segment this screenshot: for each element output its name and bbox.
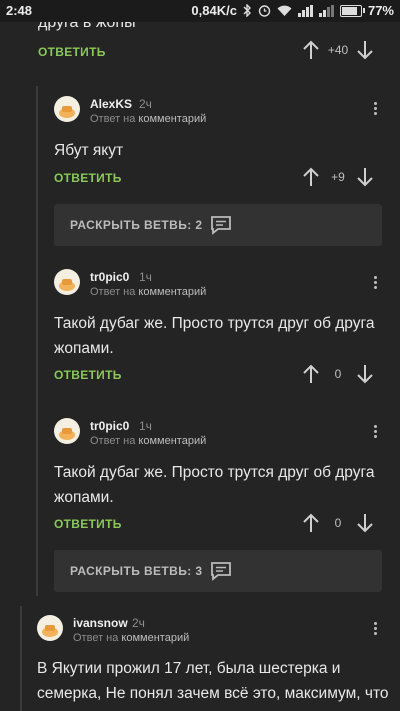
arrow-down-icon[interactable] <box>356 40 374 60</box>
wifi-icon <box>277 5 292 16</box>
username[interactable]: AlexKS <box>90 97 132 111</box>
parent-comment-link[interactable]: комментарий <box>138 113 206 125</box>
score: 0 <box>334 367 342 381</box>
signal-icon <box>297 4 313 17</box>
comment-time: 2ч <box>139 97 152 111</box>
avatar[interactable] <box>54 96 80 122</box>
avatar[interactable] <box>54 269 80 295</box>
vote-controls: +9 <box>302 167 374 187</box>
comment-time: 1ч <box>139 419 152 433</box>
arrow-up-icon[interactable] <box>302 167 320 187</box>
expand-thread-label: РАСКРЫТЬ ВЕТВЬ: 2 <box>70 218 203 232</box>
arrow-up-icon[interactable] <box>302 40 320 60</box>
expand-thread-button[interactable]: РАСКРЫТЬ ВЕТВЬ: 2 <box>54 204 382 246</box>
avatar[interactable] <box>54 418 80 444</box>
bluetooth-icon <box>243 4 251 17</box>
parent-comment-link[interactable]: комментарий <box>121 632 189 644</box>
chat-bubble-icon <box>211 562 232 581</box>
thread-line <box>20 606 22 711</box>
arrow-down-icon[interactable] <box>356 364 374 384</box>
arrow-down-icon[interactable] <box>356 513 374 533</box>
comment-text: Ябут якут <box>54 142 124 159</box>
comment-text: Такой дубаг же. Просто трутся друг об др… <box>54 315 375 357</box>
comment-time: 1ч <box>139 270 152 284</box>
reply-button[interactable]: ОТВЕТИТЬ <box>54 171 122 185</box>
username[interactable]: tr0pic0 <box>90 270 129 284</box>
reply-meta: Ответ на комментарий <box>73 632 190 644</box>
alarm-icon <box>258 5 271 17</box>
vote-controls: 0 <box>302 364 374 384</box>
expand-thread-label: РАСКРЫТЬ ВЕТВЬ: 3 <box>70 564 203 578</box>
chat-bubble-icon <box>211 216 232 235</box>
kebab-menu-icon[interactable] <box>372 100 378 117</box>
arrow-up-icon[interactable] <box>302 513 320 533</box>
reply-button[interactable]: ОТВЕТИТЬ <box>38 45 106 59</box>
arrow-up-icon[interactable] <box>302 364 320 384</box>
reply-meta: Ответ на комментарий <box>90 435 207 447</box>
signal-2-icon <box>318 4 334 17</box>
kebab-menu-icon[interactable] <box>372 620 378 637</box>
reply-meta: Ответ на комментарий <box>90 286 207 298</box>
vote-controls: +40 <box>302 40 374 60</box>
kebab-menu-icon[interactable] <box>372 423 378 440</box>
score: +9 <box>331 170 345 184</box>
score: 0 <box>334 516 342 530</box>
battery-icon <box>339 4 365 17</box>
reply-button[interactable]: ОТВЕТИТЬ <box>54 368 122 382</box>
username[interactable]: tr0pic0 <box>90 419 129 433</box>
vote-controls: 0 <box>302 513 374 533</box>
username[interactable]: ivansnow <box>73 616 128 630</box>
parent-comment-link[interactable]: комментарий <box>138 435 206 447</box>
parent-comment-link[interactable]: комментарий <box>138 286 206 298</box>
avatar[interactable] <box>37 615 63 641</box>
reply-meta: Ответ на комментарий <box>90 113 207 125</box>
score: +40 <box>327 43 349 57</box>
expand-thread-button[interactable]: РАСКРЫТЬ ВЕТВЬ: 3 <box>54 550 382 592</box>
comment-text: Такой дубаг же. Просто трутся друг об др… <box>54 464 375 506</box>
thread-line <box>36 86 38 596</box>
kebab-menu-icon[interactable] <box>372 274 378 291</box>
reply-button[interactable]: ОТВЕТИТЬ <box>54 517 122 531</box>
comment-text: В Якутии прожил 17 лет, была шестерка и … <box>37 660 389 702</box>
arrow-down-icon[interactable] <box>356 167 374 187</box>
comment-time: 2ч <box>132 616 145 630</box>
